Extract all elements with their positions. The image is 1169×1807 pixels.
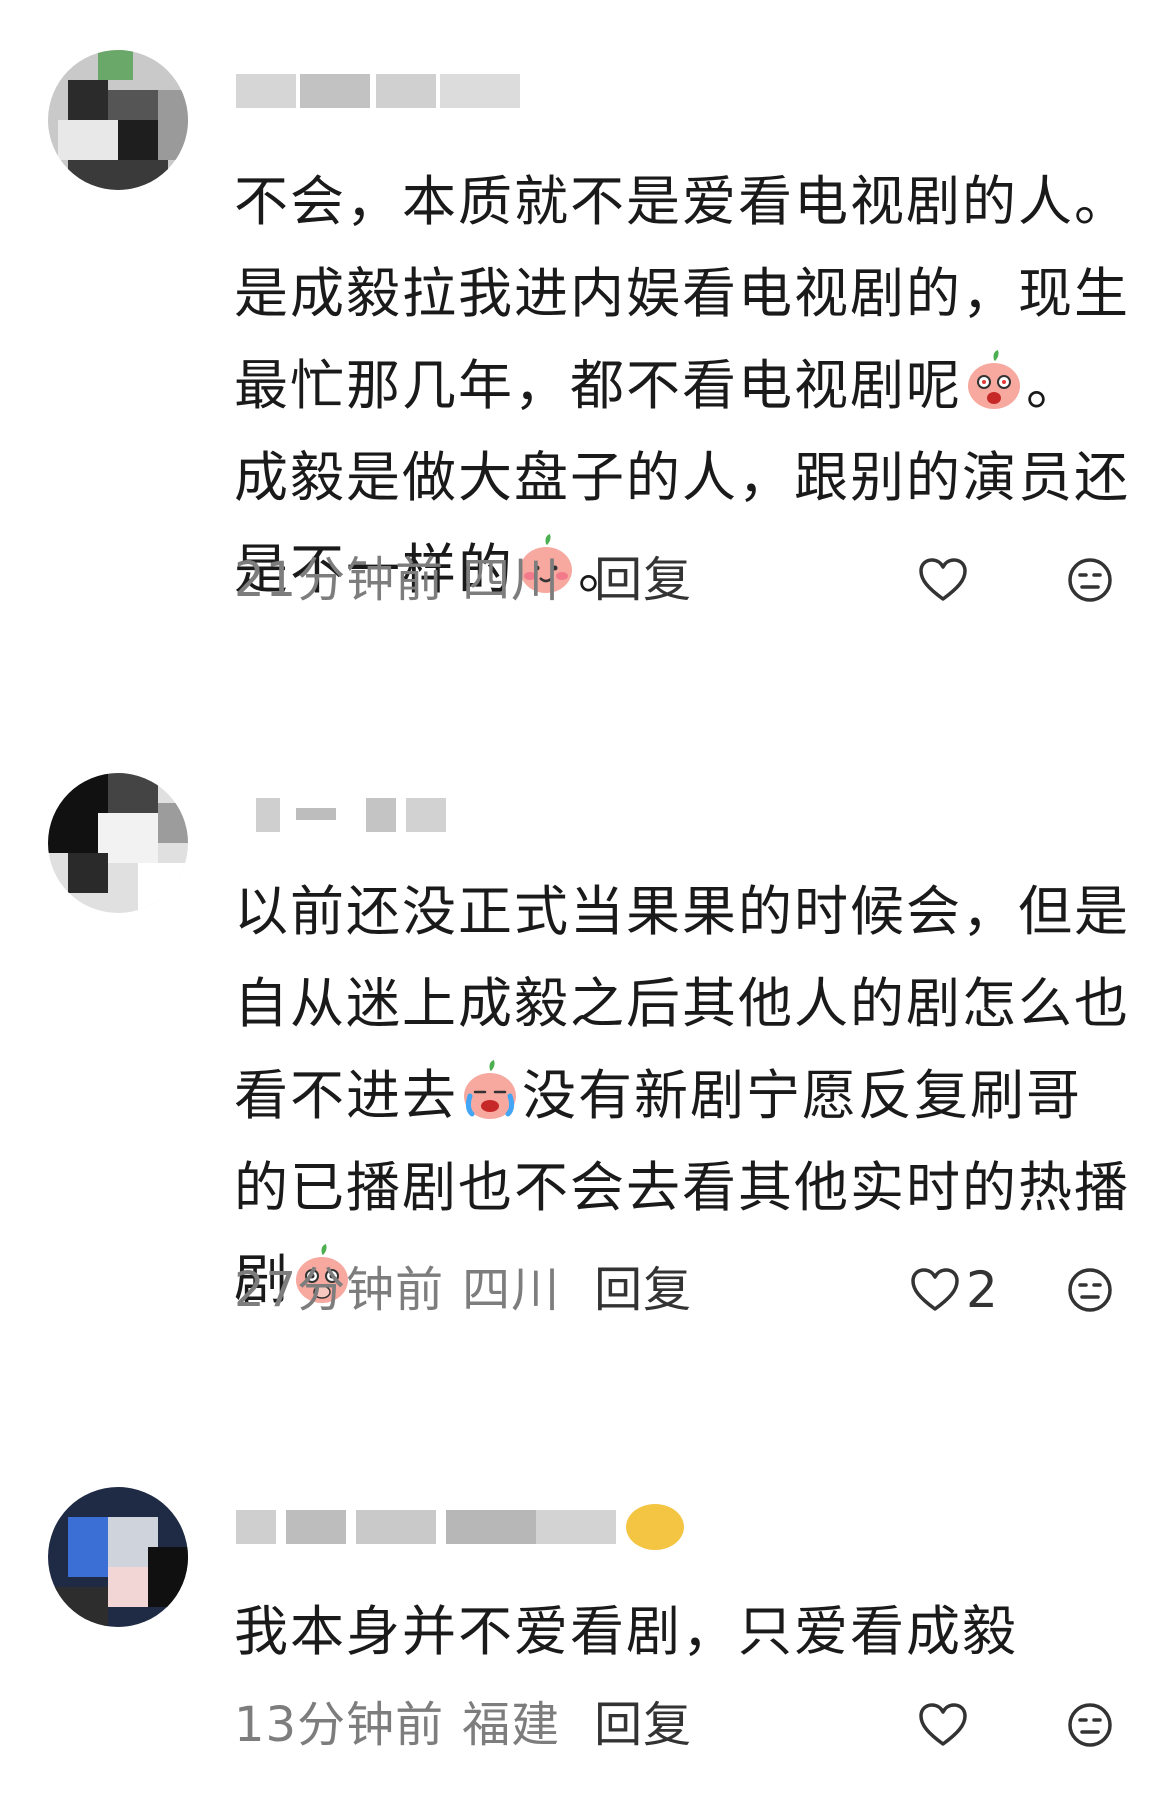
like-button[interactable]	[918, 1690, 974, 1760]
comment-item: 我本身并不爱看剧，只爱看成毅 13分钟前 福建 回复	[0, 0, 1169, 1807]
comment-meta: 13分钟前 福建 回复	[234, 1690, 692, 1760]
avatar[interactable]	[48, 1487, 188, 1627]
comment-location: 福建	[462, 1697, 561, 1753]
dislike-face-icon[interactable]	[1066, 1701, 1114, 1749]
heart-icon	[919, 1703, 967, 1746]
reply-button[interactable]: 回复	[594, 1697, 692, 1753]
comment-text-part: 我本身并不爱看剧，只爱看成毅	[234, 1600, 1018, 1663]
username-blurred[interactable]	[236, 1500, 716, 1552]
comment-text: 我本身并不爱看剧，只爱看成毅	[234, 1586, 1134, 1678]
comment-time: 13分钟前	[234, 1697, 445, 1753]
